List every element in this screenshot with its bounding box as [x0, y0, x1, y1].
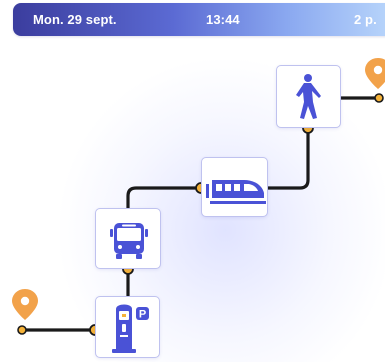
destination-node: [374, 93, 384, 103]
bus-icon: [110, 223, 148, 259]
journey-screen: Mon. 29 sept. 13:44 2 p. P: [0, 0, 385, 362]
route-diagram: [12, 58, 385, 336]
parking-sign-letter: P: [139, 309, 146, 321]
route-line-bus-train: [126, 186, 203, 210]
walk-segment-card[interactable]: [276, 65, 341, 128]
origin-node: [17, 325, 27, 335]
train-segment-card[interactable]: [201, 157, 268, 217]
parking-meter-icon: P: [112, 304, 149, 353]
origin-pin-icon: [12, 289, 38, 320]
route-line-train-walk: [266, 126, 310, 190]
destination-pin-icon: [365, 58, 385, 89]
parking-segment-card[interactable]: P: [95, 296, 160, 358]
train-icon: [206, 180, 266, 204]
bus-segment-card[interactable]: [95, 208, 161, 269]
walking-person-icon: [296, 74, 321, 119]
